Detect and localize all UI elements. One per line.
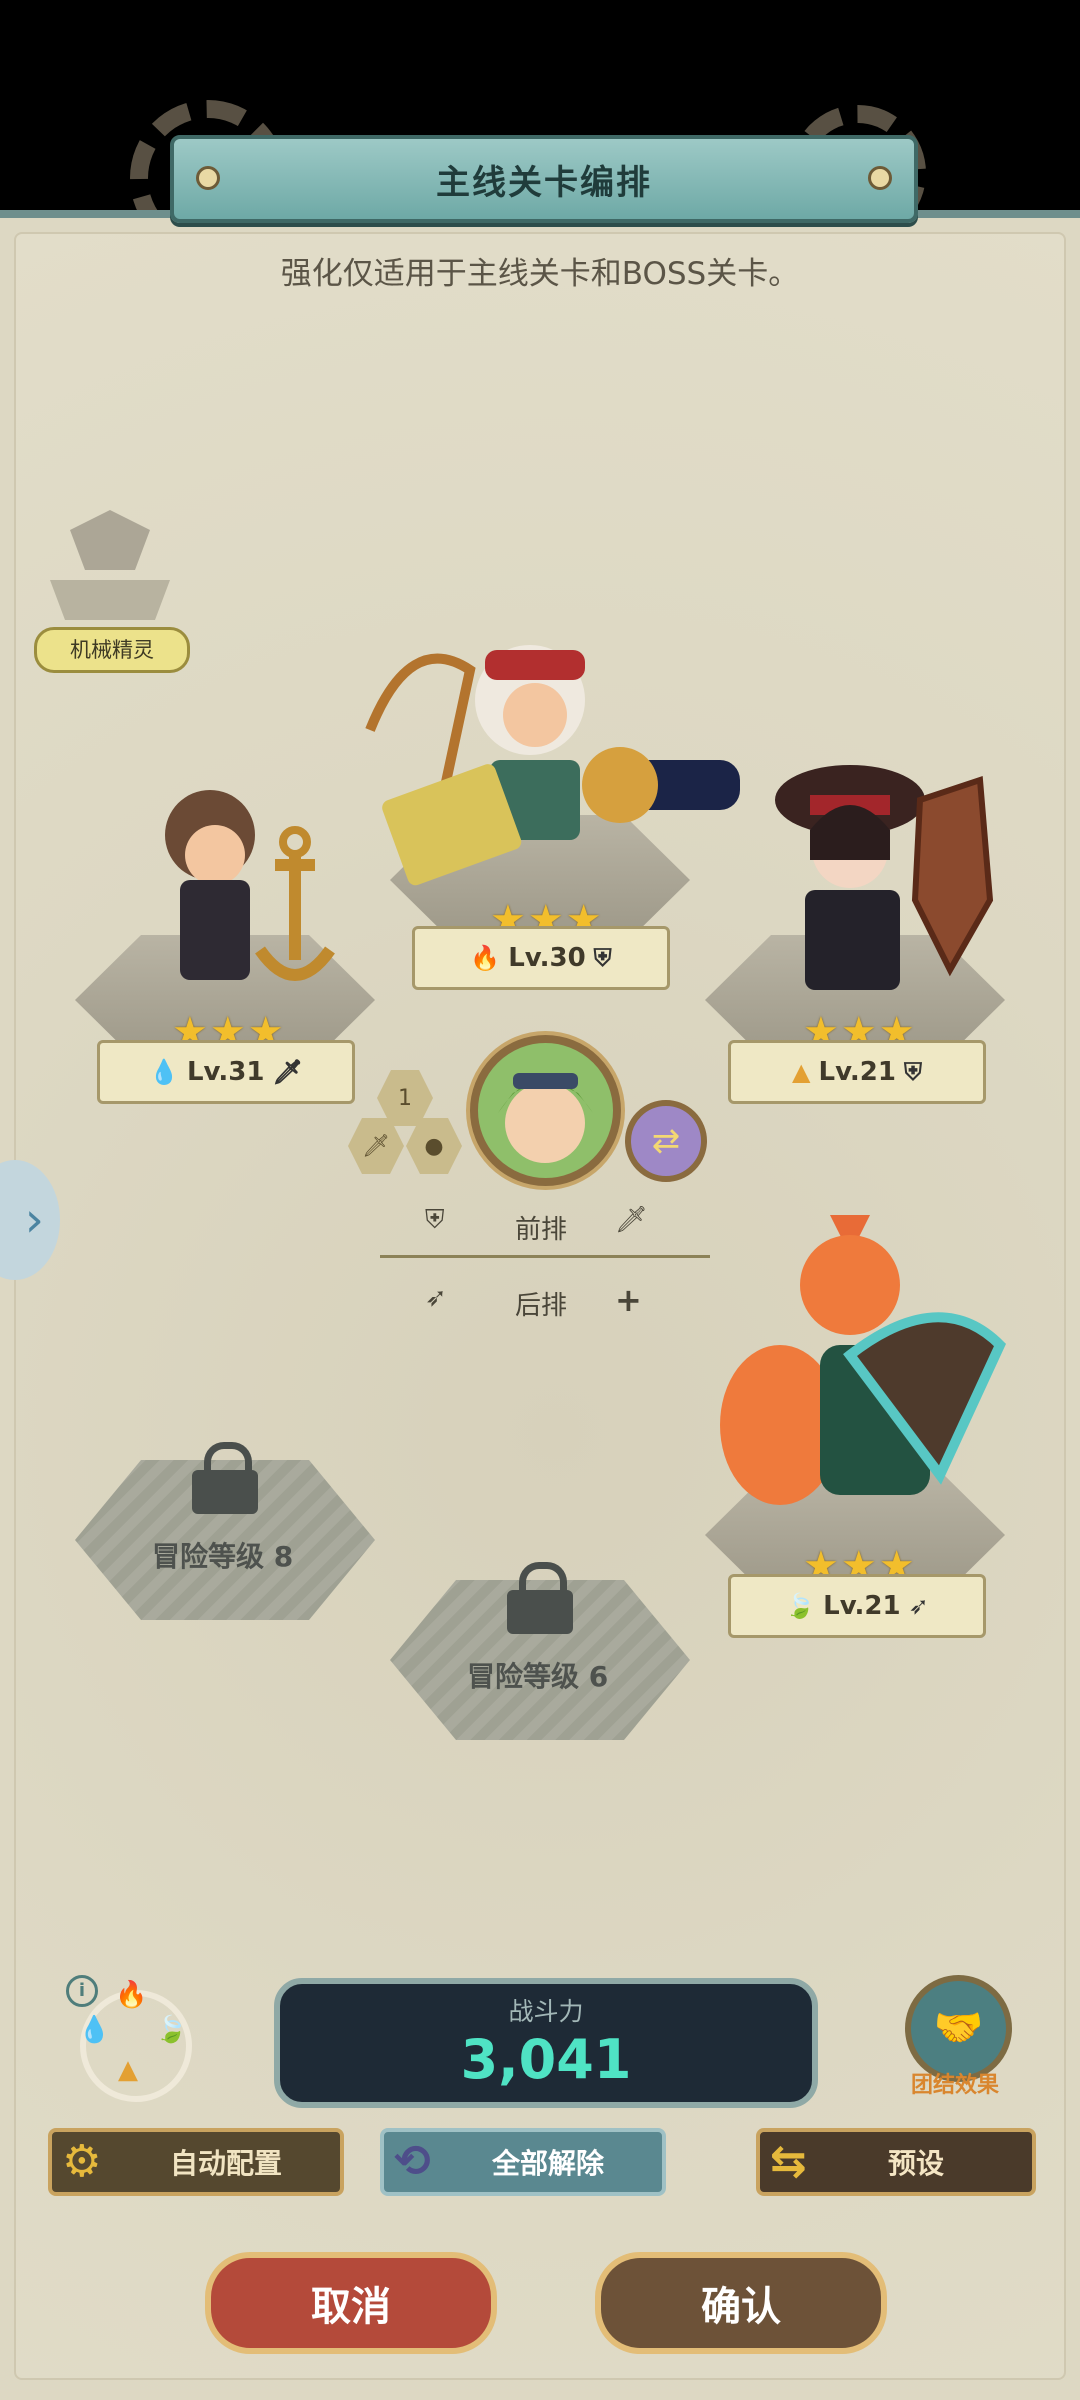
leader-portrait[interactable] [470,1035,621,1186]
info-icon[interactable]: i [66,1975,98,2007]
hero-card-anchor[interactable]: 💧 Lv.31 🗡 [97,1040,355,1104]
bow-legend-icon: ➶ [425,1283,447,1313]
divider-line [380,1255,710,1258]
preset-label: 预设 [887,2147,944,2180]
release-icon: ⟲ [394,2136,431,2187]
hero-anchor-sprite[interactable] [120,770,360,1010]
shield-legend-icon: ⛨ [425,1205,445,1235]
combat-power-value: 3,041 [460,2028,632,2091]
locked-slot-center-label: 冒险等级 6 [467,1660,609,1693]
combat-power-panel: 战斗力 3,041 [274,1978,818,2108]
swap-leader-button[interactable]: ⇄ [625,1100,707,1182]
hero-shield-sprite[interactable] [750,740,1010,1010]
team-effect-button[interactable]: 🤝 [905,1975,1012,2082]
auto-assign-label: 自动配置 [169,2147,282,2180]
wind-element-icon: 🍃 [155,2015,188,2045]
plus-legend-icon: + [615,1281,642,1319]
row-legend: ⛨ 前排 🗡 ➶ 后排 + [380,1205,710,1325]
fire-element-icon: 🔥 [470,944,501,972]
confirm-button[interactable]: 确认 [595,2252,887,2354]
leader-rank: 1 [398,1085,412,1111]
cancel-button[interactable]: 取消 [205,2252,497,2354]
preset-button[interactable]: ⇆ 预设 [756,2128,1036,2196]
subtitle-text: 强化仅适用于主线关卡和BOSS关卡。 [280,256,800,292]
earth-element-icon: ▲ [118,2055,138,2085]
mech-spirit-icon[interactable] [30,490,190,630]
hero-level: Lv.30 [508,943,586,973]
swap-icon: ⇄ [651,1121,681,1161]
front-row-label: 前排 [515,1215,568,1245]
hero-level: Lv.31 [186,1057,265,1087]
shield-role-icon: ⛨ [903,1058,922,1086]
hero-level: Lv.21 [818,1057,896,1087]
auto-assign-button[interactable]: ⚙ 自动配置 [48,2128,344,2196]
hero-card-fox[interactable]: 🍃 Lv.21 ➶ [728,1574,986,1638]
shield-role-icon: ⛨ [593,944,612,972]
water-element-icon: 💧 [149,1058,179,1086]
wind-element-icon: 🍃 [785,1592,816,1620]
water-element-icon: 💧 [78,2015,111,2045]
team-effect-label[interactable]: 团结效果 [895,2067,1015,2099]
handshake-icon: 🤝 [933,2005,984,2051]
locked-slot-left-label: 冒险等级 8 [152,1540,294,1573]
bow-role-icon: ➶ [908,1592,929,1620]
earth-element-icon: ▲ [792,1058,811,1086]
clear-all-label: 全部解除 [491,2147,604,2180]
swap-arrows-icon: ⇆ [770,2136,807,2187]
sword-legend-icon: 🗡 [615,1205,649,1235]
gear-icon: ⚙ [62,2136,102,2187]
hero-level: Lv.21 [823,1591,901,1621]
sword-role-icon: 🗡 [272,1058,303,1086]
lock-icon [505,1562,575,1634]
leader-avatar-icon [498,1073,593,1163]
hero-fox-sprite[interactable] [700,1195,1020,1545]
hero-card-shield[interactable]: ▲ Lv.21 ⛨ [728,1040,986,1104]
combat-power-label: 战斗力 [508,1997,584,2026]
hero-card-gunner[interactable]: 🔥 Lv.30 ⛨ [412,926,670,990]
title-banner: 主线关卡编排 [170,135,918,223]
lock-icon [190,1442,260,1514]
back-row-label: 后排 [515,1291,568,1321]
clear-all-button[interactable]: ⟲ 全部解除 [380,2128,666,2196]
mech-spirit-tag[interactable]: 机械精灵 [34,627,190,673]
chevron-right-icon: › [24,1192,44,1248]
hero-gunner-sprite[interactable] [350,610,750,910]
fire-element-icon: 🔥 [115,1980,148,2010]
page-title: 主线关卡编排 [436,162,652,203]
